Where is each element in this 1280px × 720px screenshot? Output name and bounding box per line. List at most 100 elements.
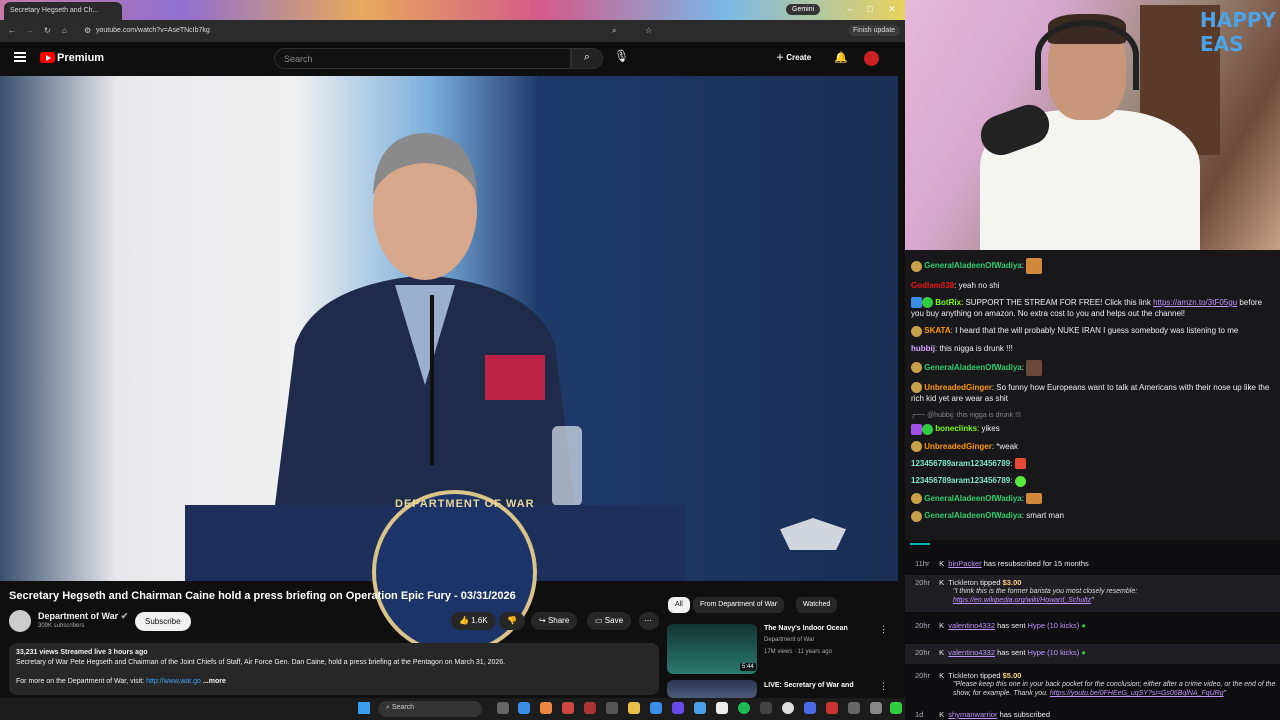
chat-text: SUPPORT THE STREAM FOR FREE! Click this …	[965, 298, 1151, 307]
event-time: 1d	[915, 710, 924, 719]
taskbar-search[interactable]: ⌕ Search	[378, 701, 482, 717]
more-actions-icon[interactable]: ⋯	[639, 612, 659, 630]
windows-start-icon[interactable]	[358, 702, 370, 714]
share-icon: ↪	[539, 616, 546, 625]
app-icon[interactable]	[826, 702, 838, 714]
emote-icon	[1026, 258, 1043, 274]
app-icon[interactable]	[672, 702, 684, 714]
recommendation-menu-icon[interactable]: ⋮	[879, 624, 888, 635]
save-button[interactable]: ▭ Save	[587, 612, 632, 630]
event-username[interactable]: Tickleton	[948, 671, 978, 680]
site-info-icon[interactable]: ⚙	[84, 26, 91, 35]
event-username[interactable]: valentino4332	[948, 648, 995, 657]
event-username[interactable]: binPacker	[948, 559, 981, 568]
app-icon[interactable]	[716, 702, 728, 714]
event-username[interactable]: Tickleton	[948, 578, 978, 587]
tip-link[interactable]: https://youtu.be/0FHEeG_uqSY?si=Gs06BqlN…	[1050, 690, 1224, 697]
youtube-logo-icon[interactable]	[40, 52, 55, 63]
browser-tab[interactable]: Secretary Hegseth and Ch...	[4, 2, 122, 20]
finish-update-button[interactable]: Finish update	[848, 25, 901, 36]
channel-avatar[interactable]	[9, 610, 31, 632]
file-explorer-icon[interactable]	[628, 702, 640, 714]
maximize-icon[interactable]: □	[860, 4, 880, 14]
app-icon[interactable]	[870, 702, 882, 714]
account-avatar[interactable]	[864, 51, 879, 66]
chat-message: BotRix: SUPPORT THE STREAM FOR FREE! Cli…	[911, 297, 1263, 319]
app-icon[interactable]	[694, 702, 706, 714]
subscribe-button[interactable]: Subscribe	[135, 612, 191, 631]
event-text: tipped	[980, 671, 1001, 680]
search-icon[interactable]: ⌕	[571, 48, 603, 69]
notifications-bell-icon[interactable]: 🔔	[834, 51, 848, 64]
hype-amount: Hype (10 kicks)	[1027, 621, 1080, 630]
badge-icon	[911, 423, 922, 435]
like-button[interactable]: 👍 1.6K	[451, 612, 496, 630]
app-icon[interactable]	[804, 702, 816, 714]
description-box[interactable]: 33,231 views Streamed live 3 hours ago S…	[9, 643, 659, 695]
event-username[interactable]: valentino4332	[948, 621, 995, 630]
channel-name[interactable]: Department of War ✔	[38, 611, 128, 622]
chat-username[interactable]: 123456789aram123456789	[911, 476, 1010, 485]
search-input[interactable]: Search	[274, 48, 571, 69]
chip-watched[interactable]: Watched	[796, 597, 838, 613]
spotify-icon[interactable]	[738, 702, 750, 714]
app-icon[interactable]	[890, 702, 902, 714]
chat-username[interactable]: boneclinks	[935, 424, 977, 433]
chrome-icon[interactable]	[540, 702, 552, 714]
gemini-button[interactable]: Gemini	[786, 4, 821, 15]
chat-username[interactable]: GeneralAladeenOfWadiya	[924, 494, 1022, 503]
chat-username[interactable]: BotRix	[935, 298, 961, 307]
more-link[interactable]: ...more	[203, 678, 226, 685]
chat-username[interactable]: UnbreadedGinger	[924, 442, 992, 451]
event-item: 1d K shymanwarrior has subscribed	[905, 710, 1280, 719]
dislike-button[interactable]: 👎	[499, 612, 525, 630]
chat-username[interactable]: GeneralAladeenOfWadiya	[924, 363, 1022, 372]
app-icon[interactable]	[562, 702, 574, 714]
description-line-2: For more on the Department of War, visit…	[16, 677, 652, 687]
chat-message: UnbreadedGinger: So funny how Europeans …	[911, 382, 1270, 404]
close-window-icon[interactable]: ✕	[882, 4, 902, 15]
chip-from-department[interactable]: From Department of War	[693, 597, 785, 613]
chat-username[interactable]: UnbreadedGinger	[924, 383, 992, 392]
description-link[interactable]: http://www.war.go	[146, 678, 201, 685]
app-icon[interactable]	[782, 702, 794, 714]
tip-link[interactable]: https://en.wikipedia.org/wiki/Howard_Sch…	[953, 597, 1091, 604]
recommendation-menu-icon[interactable]: ⋮	[879, 681, 888, 692]
home-icon[interactable]: ⌂	[62, 26, 67, 35]
chat-username[interactable]: hubbij	[911, 344, 935, 353]
recommendation-title[interactable]: The Navy's Indoor Ocean	[764, 625, 848, 632]
chat-username[interactable]: GeneralAladeenOfWadiya	[924, 261, 1022, 270]
chat-username[interactable]: SKATA	[924, 326, 950, 335]
bookmark-star-icon[interactable]: ☆	[645, 26, 652, 35]
tip-icon: K	[939, 671, 945, 680]
chat-username[interactable]: Godlam838	[911, 281, 954, 290]
hamburger-menu-icon[interactable]	[14, 52, 26, 62]
back-icon[interactable]: ←	[8, 26, 16, 35]
easter-banner: HAPPY EAS	[1200, 8, 1277, 56]
recommendation-title[interactable]: LIVE: Secretary of War and	[764, 682, 854, 689]
event-text: has subscribed	[999, 710, 1051, 719]
zoom-icon[interactable]: ⌕	[612, 26, 616, 36]
recommendation-thumbnail[interactable]	[667, 680, 757, 698]
app-icon[interactable]	[584, 702, 596, 714]
chat-username[interactable]: 123456789aram123456789	[911, 459, 1010, 468]
chip-all[interactable]: All	[668, 597, 690, 613]
app-icon[interactable]	[650, 702, 662, 714]
edge-icon[interactable]	[518, 702, 530, 714]
event-username[interactable]: shymanwarrior	[948, 710, 997, 719]
youtube-premium-logo[interactable]: Premium	[57, 52, 104, 64]
microphone-icon[interactable]: 🎙	[614, 49, 629, 63]
task-view-icon[interactable]	[497, 702, 509, 714]
chat-link[interactable]: https://amzn.to/3tF05gu	[1153, 298, 1237, 307]
forward-icon[interactable]: →	[26, 26, 34, 35]
create-button[interactable]: ＋ Create	[776, 52, 811, 63]
minimize-icon[interactable]: –	[840, 4, 860, 14]
event-item: 20hr K Tickleton tipped $3.00 "I think t…	[905, 575, 1280, 612]
app-icon[interactable]	[606, 702, 618, 714]
url-field[interactable]: youtube.com/watch?v=AseTNcIb7kg	[96, 27, 210, 34]
share-button[interactable]: ↪ Share	[531, 612, 578, 630]
app-icon[interactable]	[848, 702, 860, 714]
app-icon[interactable]	[760, 702, 772, 714]
chat-username[interactable]: GeneralAladeenOfWadiya	[924, 511, 1022, 520]
reload-icon[interactable]: ↻	[44, 26, 51, 35]
